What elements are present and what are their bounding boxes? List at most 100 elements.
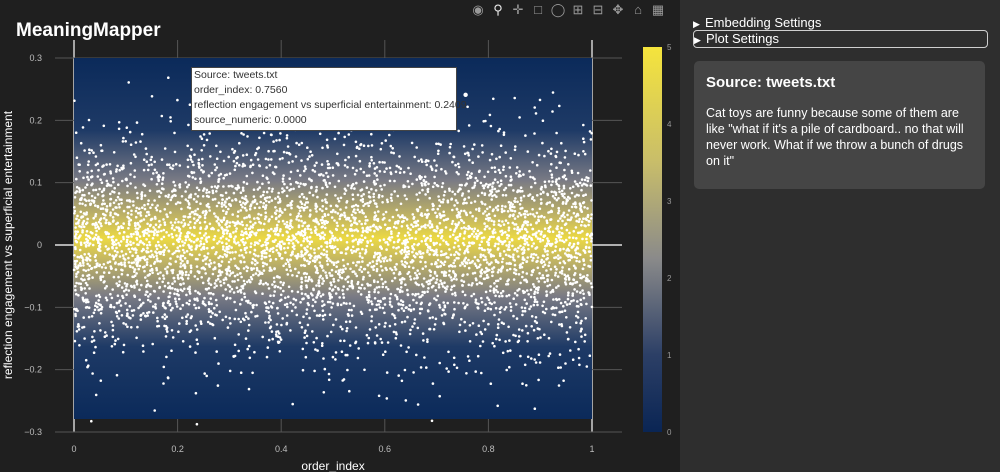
scatter-point: [469, 211, 472, 214]
scatter-point: [479, 253, 483, 256]
scatter-point: [373, 229, 376, 233]
scatter-point: [93, 196, 97, 200]
scatter-point: [444, 218, 448, 221]
scatter-point: [499, 291, 503, 295]
scatter-point: [576, 241, 580, 245]
scatter-point: [585, 302, 588, 306]
scatter-point: [296, 254, 299, 257]
scatter-point: [222, 281, 226, 285]
scatter-point: [98, 187, 101, 191]
scatter-point: [189, 264, 193, 268]
scatter-point: [202, 210, 205, 213]
scatter-point: [581, 289, 584, 292]
scatter-point: [461, 262, 465, 266]
scatter-point: [415, 274, 419, 277]
scatter-point: [110, 236, 113, 239]
scatter-point: [141, 206, 144, 209]
scatter-point: [274, 197, 277, 200]
scatter-point: [543, 263, 547, 267]
scatter-point: [466, 273, 469, 276]
scatter-point: [202, 144, 206, 147]
scatter-point: [367, 144, 370, 148]
scatter-point: [432, 328, 436, 331]
scatter-point: [267, 158, 270, 161]
scatter-point: [399, 286, 403, 289]
scatter-point: [390, 230, 393, 233]
scatter-point: [467, 170, 470, 174]
scatter-point: [105, 218, 108, 222]
scatter-point: [221, 294, 225, 297]
scatter-point: [104, 245, 108, 248]
scatter-point: [335, 221, 339, 225]
scatter-point: [81, 326, 84, 329]
scatter-point: [460, 317, 463, 321]
scatter-point: [367, 290, 371, 294]
scatter-point: [565, 331, 569, 334]
scatter-point: [559, 247, 562, 251]
scatter-point: [78, 248, 82, 252]
scatter-point: [454, 163, 457, 167]
scatter-point: [311, 330, 314, 333]
scatter-point: [407, 308, 411, 311]
scatter-point: [434, 289, 438, 292]
scatter-point: [276, 312, 280, 315]
scatter-point: [258, 206, 261, 209]
scatter-point: [545, 219, 549, 222]
scatter-point: [528, 307, 531, 311]
scatter-point: [281, 219, 285, 223]
scatter-point: [432, 204, 435, 207]
scatter-point: [73, 268, 76, 272]
scatter-point: [315, 188, 318, 192]
scatter-point: [389, 238, 392, 242]
scatter-point: [381, 201, 384, 204]
scatter-point: [549, 169, 552, 173]
scatter-point: [394, 252, 398, 255]
scatter-point: [220, 241, 224, 244]
scatter-point: [474, 232, 478, 236]
scatter-point: [521, 313, 524, 317]
scatter-point: [142, 312, 145, 315]
scatter-point: [226, 220, 229, 224]
scatter-point: [448, 269, 451, 273]
scatter-point: [522, 194, 526, 198]
scatter-point: [327, 378, 331, 382]
scatter-point: [290, 309, 294, 313]
scatter-point: [268, 300, 271, 304]
scatter-point: [551, 313, 555, 316]
scatter-point: [267, 200, 271, 204]
scatter-point: [410, 223, 413, 226]
scatter-point: [553, 249, 557, 253]
scatter-point: [403, 234, 407, 237]
scatter-point: [273, 267, 276, 271]
scatter-point: [370, 132, 373, 136]
scatter-point: [383, 325, 387, 328]
scatter-point: [308, 316, 311, 320]
scatter-point: [543, 311, 547, 315]
scatter-point: [423, 290, 426, 294]
scatter-point: [501, 257, 505, 261]
scatter-point: [268, 218, 271, 221]
scatter-point: [577, 356, 581, 360]
scatter-point: [465, 182, 468, 185]
scatter-point: [138, 264, 142, 268]
scatter-point: [504, 194, 508, 197]
scatter-point: [317, 279, 321, 282]
scatter-point: [302, 239, 306, 243]
scatter-point: [296, 169, 300, 172]
scatter-point: [303, 237, 306, 240]
scatter-point: [336, 212, 340, 215]
scatter-point: [127, 227, 130, 230]
scatter-point: [361, 200, 365, 204]
scatter-point: [344, 228, 347, 231]
scatter-point: [383, 311, 386, 315]
scatter-point: [272, 246, 275, 250]
scatter-point: [381, 269, 384, 272]
scatter-point: [150, 155, 153, 159]
scatter-point: [128, 264, 132, 268]
scatter-point: [483, 328, 487, 331]
scatter-point: [227, 155, 230, 159]
scatter-point: [75, 156, 79, 159]
scatter-point: [154, 244, 158, 248]
scatter-point: [255, 202, 259, 206]
scatter-point: [416, 326, 420, 330]
